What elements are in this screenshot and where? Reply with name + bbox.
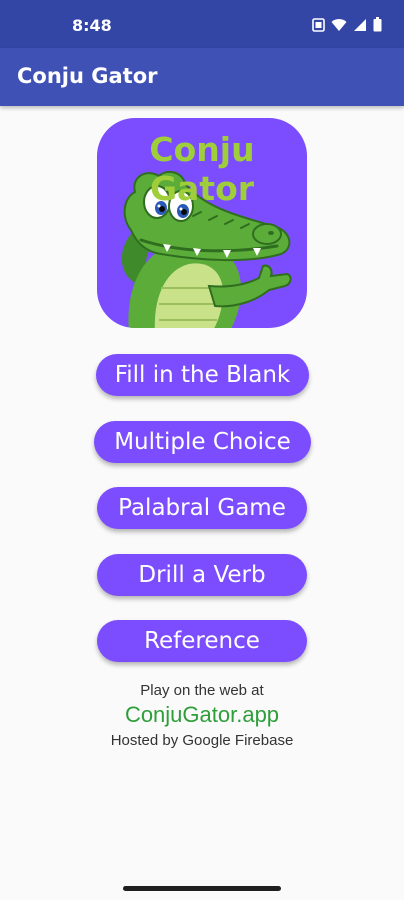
hosted-by-text: Hosted by Google Firebase <box>110 732 294 749</box>
logo-text: Conju Gator <box>149 130 255 208</box>
gesture-nav-handle[interactable] <box>123 886 281 891</box>
play-on-web-text: Play on the web at <box>140 682 264 699</box>
status-icons <box>312 17 382 37</box>
app-logo: Conju Gator <box>97 118 307 328</box>
app-title: Conju Gator <box>17 64 158 88</box>
reference-button[interactable]: Reference <box>97 620 307 662</box>
palabral-game-button[interactable]: Palabral Game <box>97 487 307 529</box>
conjugator-app-link[interactable]: ConjuGator.app <box>0 702 404 728</box>
sim-card-icon <box>312 17 325 37</box>
fill-in-the-blank-button[interactable]: Fill in the Blank <box>96 354 309 396</box>
status-time: 8:48 <box>72 16 112 35</box>
status-bar: 8:48 <box>0 0 404 48</box>
signal-icon <box>353 18 367 37</box>
app-bar: Conju Gator <box>0 48 404 106</box>
battery-icon <box>373 17 382 37</box>
multiple-choice-button[interactable]: Multiple Choice <box>94 421 311 463</box>
wifi-icon <box>331 18 347 37</box>
drill-a-verb-button[interactable]: Drill a Verb <box>97 554 307 596</box>
